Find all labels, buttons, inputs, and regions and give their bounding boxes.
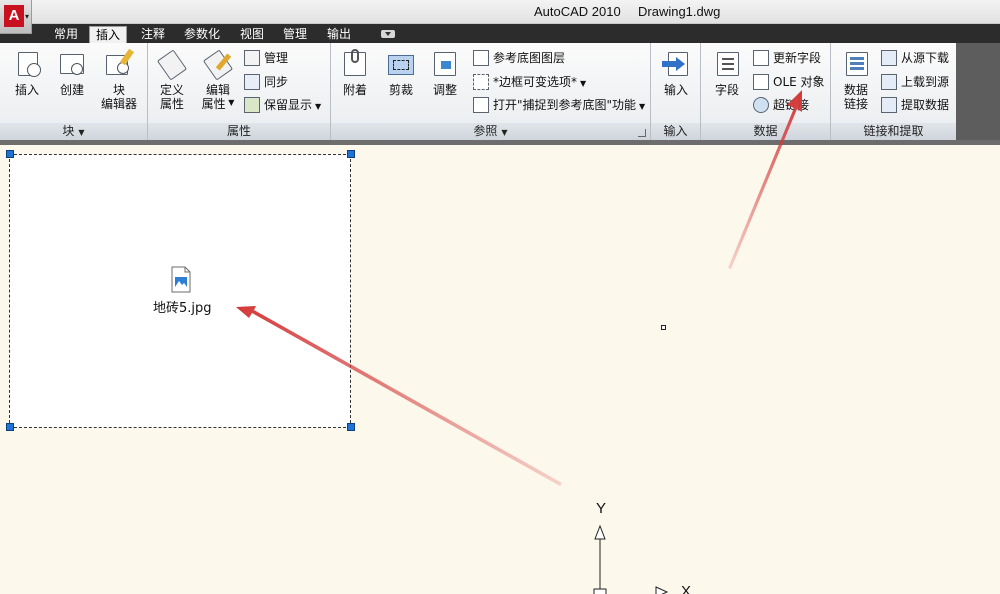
annotation-arrows [236, 90, 802, 486]
chevron-down-icon: ▾ [25, 12, 30, 21]
application-menu-button[interactable]: A ▾ [0, 0, 32, 34]
arrow-to-ole-frame [236, 306, 562, 486]
autocad-logo-icon: A [4, 5, 24, 27]
arrow-to-ole-object [728, 90, 802, 269]
